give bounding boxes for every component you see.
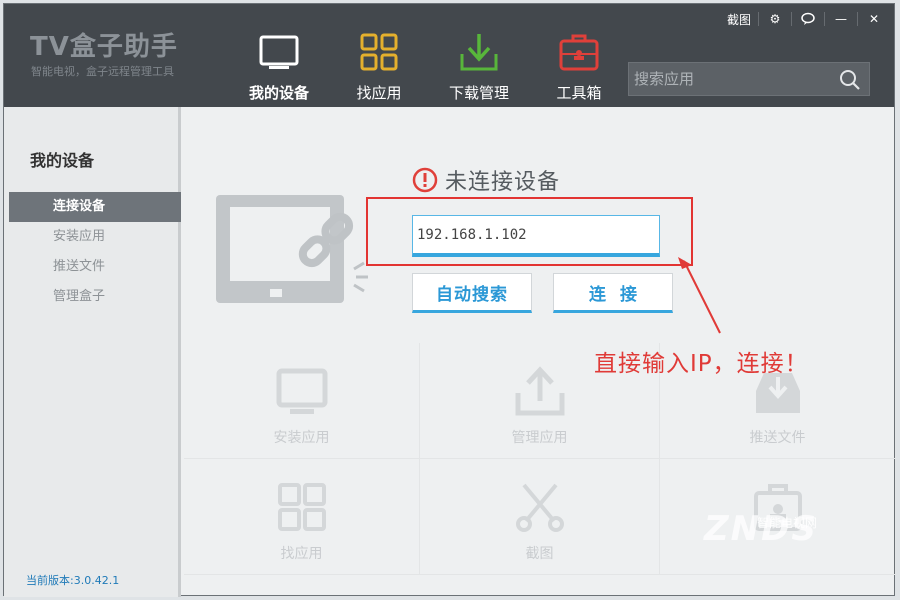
scissors-icon — [515, 483, 564, 532]
status-text: 未连接设备 — [445, 170, 561, 195]
annotation-arrow — [678, 257, 721, 334]
download-icon — [460, 34, 498, 71]
feature-label: 找应用 — [280, 546, 323, 562]
version-label: 当前版本:3.0.42.1 — [26, 574, 120, 587]
chat-icon — [801, 12, 815, 25]
screenshot-button[interactable]: 截图 — [724, 9, 754, 29]
logo-title: TV盒子助手 — [30, 32, 178, 62]
sidebar-item-install-apps[interactable]: 安装应用 — [9, 222, 181, 252]
connection-status: 未连接设备 — [412, 164, 560, 196]
feature-label: 管理应用 — [511, 430, 568, 446]
ip-address-input[interactable] — [412, 215, 660, 257]
search-input[interactable] — [629, 63, 834, 95]
tv-icon — [276, 368, 327, 414]
toolbox-icon — [559, 34, 599, 71]
divider — [791, 12, 792, 26]
sidebar-item-connect-device[interactable]: 连接设备 — [9, 192, 181, 222]
minimize-button[interactable]: — — [829, 9, 853, 29]
divider — [758, 12, 759, 26]
upload-icon — [515, 366, 564, 416]
divider — [824, 12, 825, 26]
nav-find-apps[interactable]: 找应用 — [329, 4, 429, 107]
feature-install-apps[interactable]: 安装应用 — [184, 343, 420, 459]
close-button[interactable]: ✕ — [862, 9, 886, 29]
app-window: TV盒子助手 智能电视，盒子远程管理工具 我的设备 找应用 下载管理 工具箱 截… — [3, 3, 896, 597]
watermark-subtitle: 智能电视网 — [757, 516, 818, 530]
app-grid-icon — [277, 483, 326, 531]
nav-download-manager[interactable]: 下载管理 — [429, 4, 529, 107]
feature-screenshot[interactable]: 截图 — [420, 459, 660, 575]
feature-label: 截图 — [525, 546, 554, 562]
nav-label: 我的设备 — [248, 84, 309, 102]
main-nav: 我的设备 找应用 下载管理 工具箱 — [229, 4, 629, 107]
search-box — [628, 62, 870, 96]
app-grid-icon — [360, 33, 398, 71]
feature-find-apps[interactable]: 找应用 — [184, 459, 420, 575]
sidebar-title: 我的设备 — [30, 151, 95, 170]
nav-toolbox[interactable]: 工具箱 — [529, 4, 629, 107]
header-bar: TV盒子助手 智能电视，盒子远程管理工具 我的设备 找应用 下载管理 工具箱 截… — [4, 4, 894, 107]
gear-icon: ⚙ — [769, 12, 781, 26]
sidebar: 我的设备 连接设备 安装应用 推送文件 管理盒子 当前版本:3.0.42.1 — [4, 107, 181, 597]
feature-label: 推送文件 — [749, 430, 806, 446]
nav-label: 找应用 — [356, 84, 402, 102]
search-icon[interactable] — [839, 69, 861, 91]
auto-search-button[interactable]: 自动搜索 — [412, 273, 532, 313]
nav-my-devices[interactable]: 我的设备 — [229, 4, 329, 107]
settings-button[interactable]: ⚙ — [763, 9, 787, 29]
nav-label: 下载管理 — [448, 84, 509, 102]
divider — [857, 12, 858, 26]
nav-label: 工具箱 — [556, 84, 602, 102]
feedback-button[interactable] — [796, 9, 820, 29]
logo-subtitle: 智能电视，盒子远程管理工具 — [31, 65, 174, 78]
window-controls: 截图 ⚙ — ✕ — [720, 9, 886, 29]
feature-label: 安装应用 — [273, 430, 330, 446]
sidebar-item-manage-box[interactable]: 管理盒子 — [9, 282, 181, 312]
sidebar-list: 连接设备 安装应用 推送文件 管理盒子 — [9, 192, 181, 312]
warning-icon — [412, 167, 438, 193]
connect-button[interactable]: 连接 — [553, 273, 673, 313]
monitor-icon — [259, 35, 299, 69]
sidebar-item-push-files[interactable]: 推送文件 — [9, 252, 181, 282]
annotation-text: 直接输入IP，连接！ — [594, 351, 809, 377]
disconnected-tv-icon — [216, 195, 368, 303]
